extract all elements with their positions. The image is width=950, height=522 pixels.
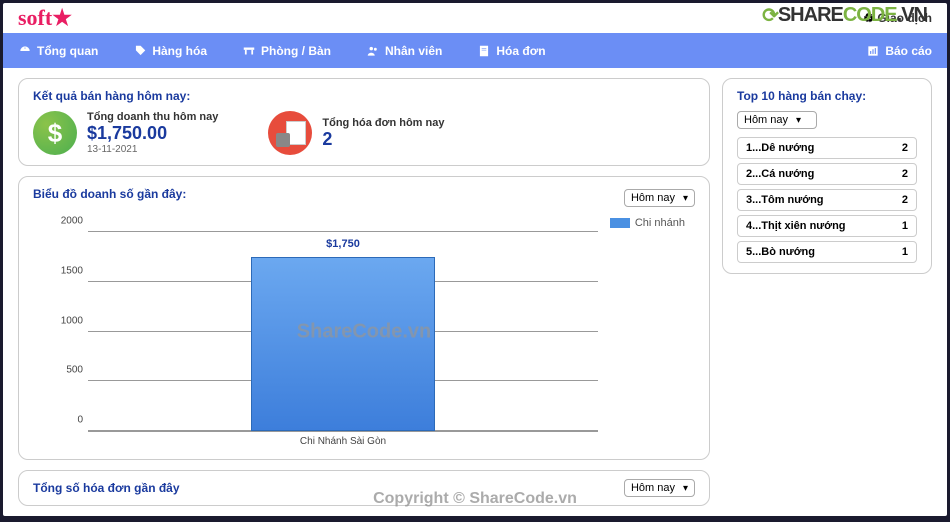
chart-card: Biểu đồ doanh số gần đây: Hôm nay Chi nh… xyxy=(18,176,710,460)
chart-range-select[interactable]: Hôm nay xyxy=(624,189,695,207)
top10-item[interactable]: 1...Dê nướng2 xyxy=(737,137,917,159)
ytick: 1500 xyxy=(43,265,83,276)
nav-baocao[interactable]: Báo cáo xyxy=(866,44,932,58)
kpi-revenue: $ Tổng doanh thu hôm nay $1,750.00 13-11… xyxy=(33,111,218,155)
bar-value-label: $1,750 xyxy=(326,238,360,250)
chart-title: Biểu đồ doanh số gần đây: xyxy=(33,187,186,201)
dollar-icon: $ xyxy=(33,111,77,155)
top10-card: Top 10 hàng bán chạy: Hôm nay 1...Dê nướ… xyxy=(722,78,932,274)
report-icon xyxy=(866,44,880,58)
nav-phongban[interactable]: Phòng / Bàn xyxy=(242,44,331,58)
kpi-title: Kết quả bán hàng hôm nay: xyxy=(33,89,695,103)
kpi-revenue-date: 13-11-2021 xyxy=(87,144,218,155)
kpi-revenue-label: Tổng doanh thu hôm nay xyxy=(87,111,218,123)
kpi-invoices-value: 2 xyxy=(322,129,444,150)
nav-tongquan[interactable]: Tổng quan xyxy=(18,44,98,58)
invoice-chart-card: Tổng số hóa đơn gần đây Hôm nay xyxy=(18,470,710,506)
tag-icon xyxy=(133,44,147,58)
receipt-icon xyxy=(268,111,312,155)
chart-bar xyxy=(251,257,435,431)
xaxis-label: Chi Nhánh Sài Gòn xyxy=(300,436,386,447)
chart-area: Chi nhánh 0 500 1000 1500 2000 $1,750 xyxy=(33,217,695,447)
kpi-card: Kết quả bán hàng hôm nay: $ Tổng doanh t… xyxy=(18,78,710,166)
ytick: 0 xyxy=(43,415,83,426)
top10-title: Top 10 hàng bán chạy: xyxy=(737,89,917,103)
gauge-icon xyxy=(18,44,32,58)
invoice-range-select[interactable]: Hôm nay xyxy=(624,479,695,497)
sharecode-watermark: ⟳SHARECODE.VN xyxy=(762,3,927,28)
chart-plot: 0 500 1000 1500 2000 $1,750 Chi Nhánh Sà… xyxy=(88,232,598,432)
people-icon xyxy=(366,44,380,58)
logo: soft★ xyxy=(18,5,72,31)
nav-hoadon[interactable]: Hóa đơn xyxy=(477,44,545,58)
top10-item[interactable]: 5...Bò nướng1 xyxy=(737,241,917,263)
invoice-chart-title: Tổng số hóa đơn gần đây xyxy=(33,481,180,495)
ytick: 1000 xyxy=(43,315,83,326)
top10-item[interactable]: 4...Thịt xiên nướng1 xyxy=(737,215,917,237)
top10-item[interactable]: 2...Cá nướng2 xyxy=(737,163,917,185)
ytick: 2000 xyxy=(43,216,83,227)
ytick: 500 xyxy=(43,365,83,376)
navbar: Tổng quan Hàng hóa Phòng / Bàn Nhân viên… xyxy=(3,33,947,68)
top10-range-select[interactable]: Hôm nay xyxy=(737,111,817,129)
nav-nhanvien[interactable]: Nhân viên xyxy=(366,44,442,58)
top10-item[interactable]: 3...Tôm nướng2 xyxy=(737,189,917,211)
kpi-revenue-value: $1,750.00 xyxy=(87,123,218,144)
chart-legend: Chi nhánh xyxy=(610,217,685,229)
kpi-invoices: Tổng hóa đơn hôm nay 2 xyxy=(268,111,444,155)
nav-hanghoa[interactable]: Hàng hóa xyxy=(133,44,207,58)
kpi-invoices-label: Tổng hóa đơn hôm nay xyxy=(322,117,444,129)
invoice-icon xyxy=(477,44,491,58)
table-icon xyxy=(242,44,256,58)
